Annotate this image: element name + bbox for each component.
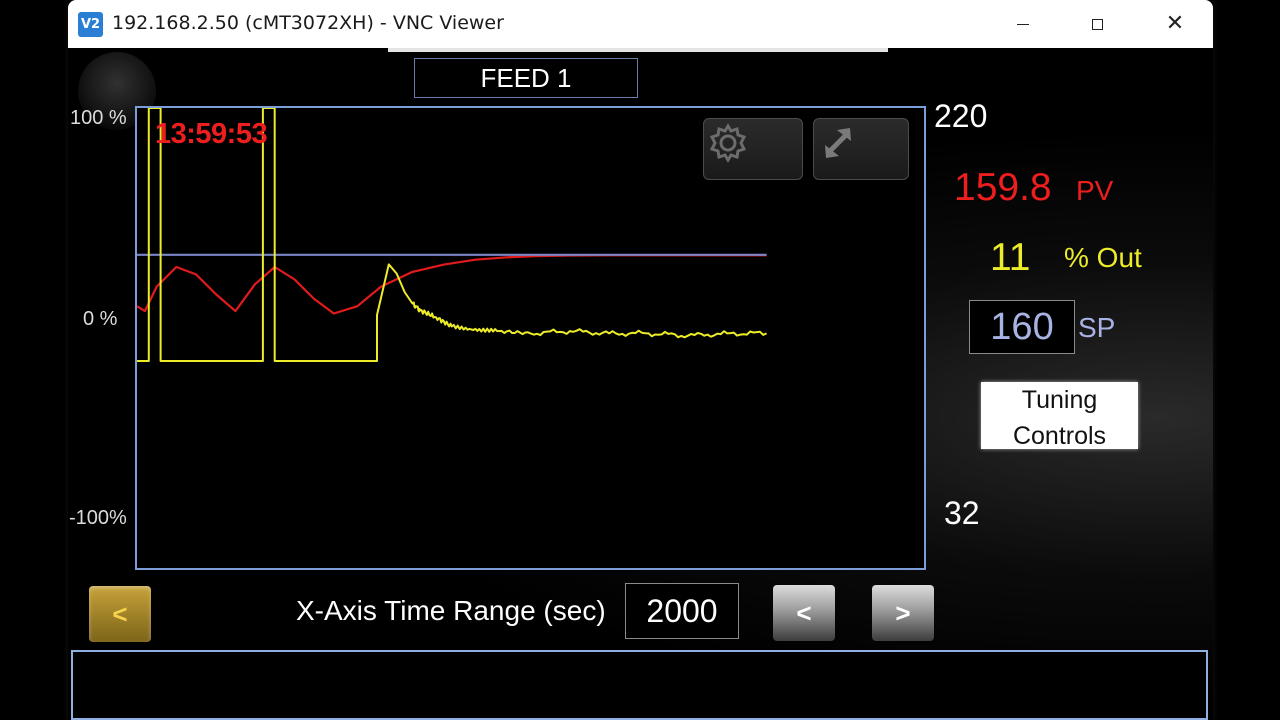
tuning-button-line1: Tuning bbox=[1021, 386, 1098, 414]
chart-settings-button[interactable] bbox=[703, 118, 803, 180]
trend-chart-svg bbox=[137, 108, 768, 362]
expand-arrows-icon bbox=[825, 128, 851, 158]
message-bar bbox=[71, 650, 1208, 720]
x-axis-range-input[interactable]: 2000 bbox=[625, 583, 739, 639]
right-axis-bottom-label: 32 bbox=[944, 495, 980, 531]
left-axis-bottom-label: -100% bbox=[69, 507, 127, 529]
tuning-controls-button[interactable]: Tuning Controls bbox=[981, 382, 1138, 450]
vnc-window: V2 192.168.2.50 (cMT3072XH) - VNC Viewer… bbox=[68, 0, 1213, 720]
feed-title: FEED 1 bbox=[414, 58, 638, 98]
maximize-button[interactable] bbox=[1072, 8, 1122, 40]
hmi-screen[interactable]: FEED 1 100 % 0 % -100% 13:59:53 220 32 1… bbox=[68, 48, 1213, 720]
pv-value: 159.8 bbox=[954, 166, 1052, 209]
chart-timestamp: 13:59:53 bbox=[155, 118, 268, 150]
top-divider bbox=[388, 48, 888, 52]
scroll-right-button[interactable]: > bbox=[872, 585, 934, 641]
title-bar[interactable]: V2 192.168.2.50 (cMT3072XH) - VNC Viewer… bbox=[68, 0, 1213, 48]
right-axis-top-label: 220 bbox=[934, 98, 988, 134]
close-icon: ✕ bbox=[1165, 11, 1185, 36]
output-value: 11 bbox=[990, 236, 1031, 279]
vnc-app-icon: V2 bbox=[78, 12, 103, 37]
window-title: 192.168.2.50 (cMT3072XH) - VNC Viewer bbox=[112, 12, 504, 34]
back-button[interactable]: < bbox=[89, 586, 151, 642]
setpoint-input[interactable]: 160 bbox=[969, 300, 1075, 354]
setpoint-label: SP bbox=[1078, 312, 1116, 343]
trend-chart[interactable]: 13:59:53 bbox=[135, 106, 926, 570]
minimize-icon bbox=[1017, 23, 1029, 25]
chart-expand-button[interactable] bbox=[813, 118, 909, 180]
trend-line-pv bbox=[137, 254, 767, 315]
tuning-button-line2: Controls bbox=[1012, 422, 1107, 450]
left-axis-mid-label: 0 % bbox=[83, 308, 118, 330]
pv-label: PV bbox=[1076, 175, 1114, 206]
x-axis-range-label: X-Axis Time Range (sec) bbox=[296, 595, 606, 626]
minimize-button[interactable] bbox=[998, 8, 1048, 40]
close-button[interactable]: ✕ bbox=[1150, 8, 1200, 40]
gear-icon bbox=[709, 123, 747, 163]
output-label: % Out bbox=[1064, 242, 1142, 273]
maximize-icon bbox=[1091, 18, 1103, 30]
scroll-left-button[interactable]: < bbox=[773, 585, 835, 641]
left-axis-top-label: 100 % bbox=[70, 107, 127, 129]
